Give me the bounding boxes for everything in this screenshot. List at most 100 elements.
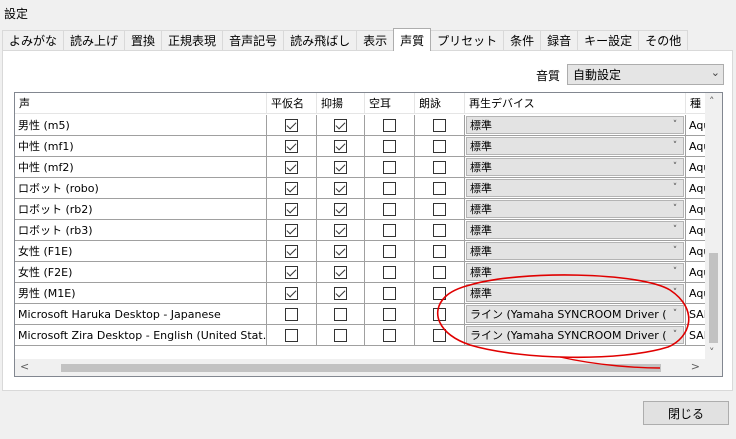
scroll-right-icon[interactable]: > — [691, 360, 700, 373]
roei-checkbox[interactable] — [433, 160, 446, 174]
horizontal-scrollbar[interactable]: < > — [15, 359, 705, 376]
chevron-down-icon[interactable]: ˅ — [667, 243, 683, 259]
voice-name-cell[interactable]: 女性 (F1E) — [15, 241, 267, 262]
roei-checkbox[interactable] — [433, 223, 446, 237]
hiragana-checkbox[interactable] — [285, 328, 298, 342]
soramimi-checkbox[interactable] — [383, 118, 396, 132]
tab-12[interactable]: その他 — [638, 30, 689, 50]
soramimi-checkbox[interactable] — [383, 307, 396, 321]
soramimi-checkbox[interactable] — [383, 223, 396, 237]
tab-0[interactable]: よみがな — [2, 30, 65, 50]
device-dropdown[interactable]: 標準 ˅ — [466, 242, 684, 260]
tab-4[interactable]: 音声記号 — [222, 30, 285, 50]
soramimi-checkbox[interactable] — [383, 160, 396, 174]
horizontal-scroll-thumb[interactable] — [61, 364, 661, 372]
column-header[interactable]: 声 — [15, 93, 267, 114]
tab-10[interactable]: 録音 — [540, 30, 579, 50]
roei-checkbox[interactable] — [433, 244, 446, 258]
chevron-down-icon[interactable]: ˅ — [667, 117, 683, 133]
intonation-checkbox[interactable] — [334, 202, 347, 216]
hiragana-checkbox[interactable] — [285, 139, 298, 153]
chevron-down-icon[interactable]: ˅ — [667, 159, 683, 175]
intonation-checkbox[interactable] — [334, 139, 347, 153]
device-dropdown[interactable]: 標準 ˅ — [466, 263, 684, 281]
tab-9[interactable]: 条件 — [503, 30, 542, 50]
device-dropdown[interactable]: 標準 ˅ — [466, 221, 684, 239]
intonation-checkbox[interactable] — [334, 160, 347, 174]
close-button[interactable]: 閉じる — [643, 401, 729, 425]
chevron-down-icon[interactable]: ˅ — [667, 180, 683, 196]
tab-1[interactable]: 読み上げ — [63, 30, 126, 50]
voice-name-cell[interactable]: 男性 (M1E) — [15, 283, 267, 304]
intonation-checkbox[interactable] — [334, 181, 347, 195]
hiragana-checkbox[interactable] — [285, 160, 298, 174]
soramimi-checkbox[interactable] — [383, 328, 396, 342]
voice-name-cell[interactable]: 中性 (mf1) — [15, 136, 267, 157]
device-dropdown[interactable]: ライン (Yamaha SYNCROOM Driver (... ˅ — [466, 326, 684, 344]
intonation-checkbox[interactable] — [334, 328, 347, 342]
hiragana-checkbox[interactable] — [285, 118, 298, 132]
roei-checkbox[interactable] — [433, 181, 446, 195]
device-dropdown[interactable]: ライン (Yamaha SYNCROOM Driver (WI ˅ — [466, 305, 684, 323]
chevron-down-icon[interactable]: ˅ — [667, 327, 683, 343]
intonation-checkbox[interactable] — [334, 223, 347, 237]
soramimi-checkbox[interactable] — [383, 286, 396, 300]
voice-grid[interactable]: 声平仮名 抑揚 空耳 朗詠 再生デバイス種男性 (m5) 標準 ˅ Aqu 中性 (mf1) 標準… — [14, 92, 723, 377]
scroll-down-icon[interactable]: ˅ — [709, 346, 715, 359]
hiragana-checkbox[interactable] — [285, 307, 298, 321]
tab-6[interactable]: 表示 — [356, 30, 395, 50]
device-dropdown[interactable]: 標準 ˅ — [466, 116, 684, 134]
roei-checkbox[interactable] — [433, 118, 446, 132]
column-header[interactable]: 朗詠 — [415, 93, 465, 114]
roei-checkbox[interactable] — [433, 265, 446, 279]
tab-3[interactable]: 正規表現 — [161, 30, 224, 50]
intonation-checkbox[interactable] — [334, 307, 347, 321]
scroll-up-icon[interactable]: ˄ — [709, 95, 715, 108]
roei-checkbox[interactable] — [433, 328, 446, 342]
soramimi-checkbox[interactable] — [383, 265, 396, 279]
soramimi-checkbox[interactable] — [383, 181, 396, 195]
roei-checkbox[interactable] — [433, 202, 446, 216]
chevron-down-icon[interactable]: ˅ — [667, 264, 683, 280]
vertical-scroll-thumb[interactable] — [709, 253, 718, 343]
roei-checkbox[interactable] — [433, 286, 446, 300]
chevron-down-icon[interactable]: ˅ — [667, 222, 683, 238]
scroll-left-icon[interactable]: < — [20, 360, 29, 373]
tab-7[interactable]: 声質 — [393, 28, 432, 51]
roei-checkbox[interactable] — [433, 139, 446, 153]
roei-checkbox[interactable] — [433, 307, 446, 321]
intonation-checkbox[interactable] — [334, 118, 347, 132]
column-header[interactable]: 空耳 — [365, 93, 415, 114]
tab-5[interactable]: 読み飛ばし — [283, 30, 358, 50]
intonation-checkbox[interactable] — [334, 265, 347, 279]
voice-name-cell[interactable]: ロボット (rb3) — [15, 220, 267, 241]
column-header[interactable]: 抑揚 — [317, 93, 365, 114]
intonation-checkbox[interactable] — [334, 286, 347, 300]
chevron-down-icon[interactable]: ˅ — [667, 285, 683, 301]
voice-name-cell[interactable]: ロボット (rb2) — [15, 199, 267, 220]
device-dropdown[interactable]: 標準 ˅ — [466, 137, 684, 155]
voice-name-cell[interactable]: Microsoft Haruka Desktop - Japanese — [15, 304, 267, 325]
vertical-scrollbar[interactable]: ˄ ˅ — [705, 93, 722, 359]
chevron-down-icon[interactable]: ˅ — [667, 201, 683, 217]
hiragana-checkbox[interactable] — [285, 244, 298, 258]
device-dropdown[interactable]: 標準 ˅ — [466, 158, 684, 176]
chevron-down-icon[interactable]: ˅ — [667, 138, 683, 154]
soramimi-checkbox[interactable] — [383, 139, 396, 153]
hiragana-checkbox[interactable] — [285, 181, 298, 195]
hiragana-checkbox[interactable] — [285, 286, 298, 300]
hiragana-checkbox[interactable] — [285, 223, 298, 237]
voice-name-cell[interactable]: 女性 (F2E) — [15, 262, 267, 283]
voice-name-cell[interactable]: Microsoft Zira Desktop - English (United… — [15, 325, 267, 346]
tab-2[interactable]: 置換 — [124, 30, 163, 50]
hiragana-checkbox[interactable] — [285, 202, 298, 216]
soramimi-checkbox[interactable] — [383, 244, 396, 258]
intonation-checkbox[interactable] — [334, 244, 347, 258]
column-header[interactable]: 平仮名 — [267, 93, 317, 114]
voice-name-cell[interactable]: 中性 (mf2) — [15, 157, 267, 178]
tab-8[interactable]: プリセット — [430, 30, 505, 50]
device-dropdown[interactable]: 標準 ˅ — [466, 200, 684, 218]
chevron-down-icon[interactable]: ˅ — [667, 306, 683, 322]
voice-name-cell[interactable]: 男性 (m5) — [15, 115, 267, 136]
quality-select[interactable]: 自動設定 ⌄ — [567, 64, 724, 85]
